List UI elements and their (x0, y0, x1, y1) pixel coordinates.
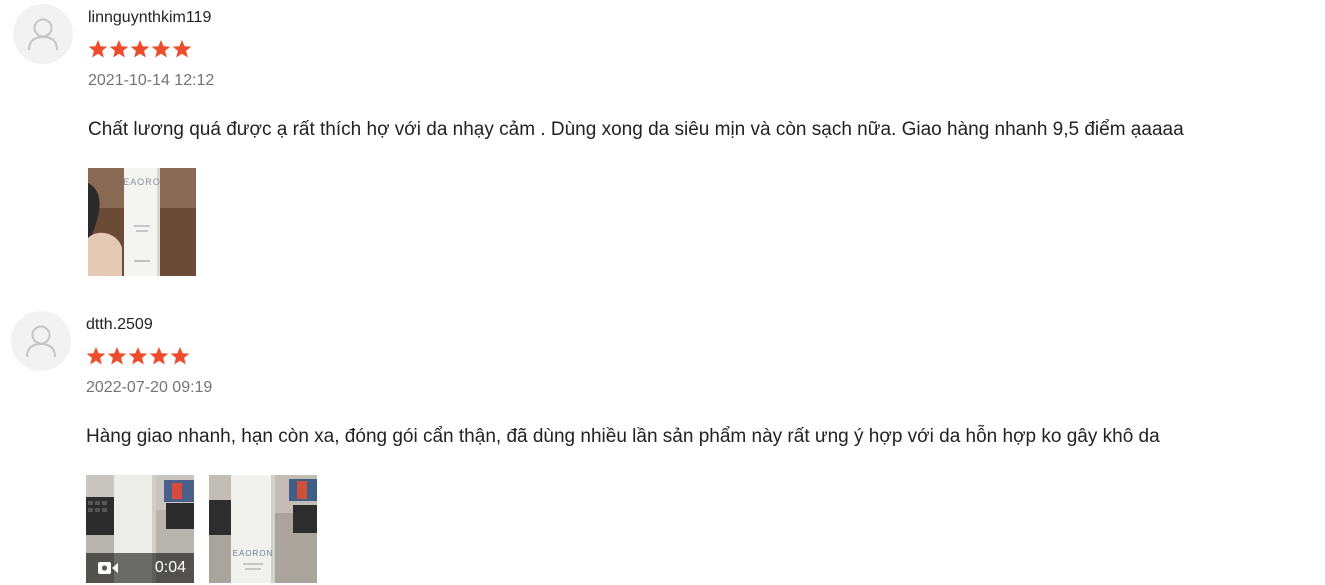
star-filled-icon (88, 39, 108, 59)
user-placeholder-icon (28, 18, 58, 51)
review-video-thumbnail[interactable]: 0:04 (86, 475, 194, 583)
svg-text:EAORON: EAORON (233, 549, 274, 558)
review-photo-thumbnail[interactable]: EAORO (88, 168, 196, 276)
star-filled-icon (130, 39, 150, 59)
user-avatar[interactable] (11, 311, 71, 371)
star-filled-icon (86, 346, 106, 366)
star-filled-icon (128, 346, 148, 366)
video-camera-icon (98, 562, 118, 574)
product-photo-icon: EAORO (88, 168, 196, 276)
star-filled-icon (107, 346, 127, 366)
star-filled-icon (109, 39, 129, 59)
video-duration: 0:04 (154, 559, 186, 576)
user-avatar[interactable] (13, 4, 73, 64)
svg-text:EAORO: EAORO (123, 177, 161, 187)
review-timestamp: 2021-10-14 12:12 (88, 72, 215, 89)
product-photo-icon: EAORON (209, 475, 317, 583)
video-overlay-bar: 0:04 (86, 553, 194, 583)
review-username: dtth.2509 (86, 316, 153, 333)
rating-stars (86, 346, 191, 368)
review-timestamp: 2022-07-20 09:19 (86, 379, 213, 396)
star-filled-icon (151, 39, 171, 59)
rating-stars (88, 39, 193, 61)
review-username: linnguynthkim119 (88, 9, 212, 26)
review-comment: Chất lương quá được ạ rất thích hợ với d… (88, 119, 1184, 140)
star-filled-icon (149, 346, 169, 366)
star-filled-icon (170, 346, 190, 366)
star-filled-icon (172, 39, 192, 59)
review-photo-thumbnail[interactable]: EAORON (209, 475, 317, 583)
user-placeholder-icon (26, 325, 56, 358)
review-comment: Hàng giao nhanh, hạn còn xa, đóng gói cẩ… (86, 426, 1160, 447)
